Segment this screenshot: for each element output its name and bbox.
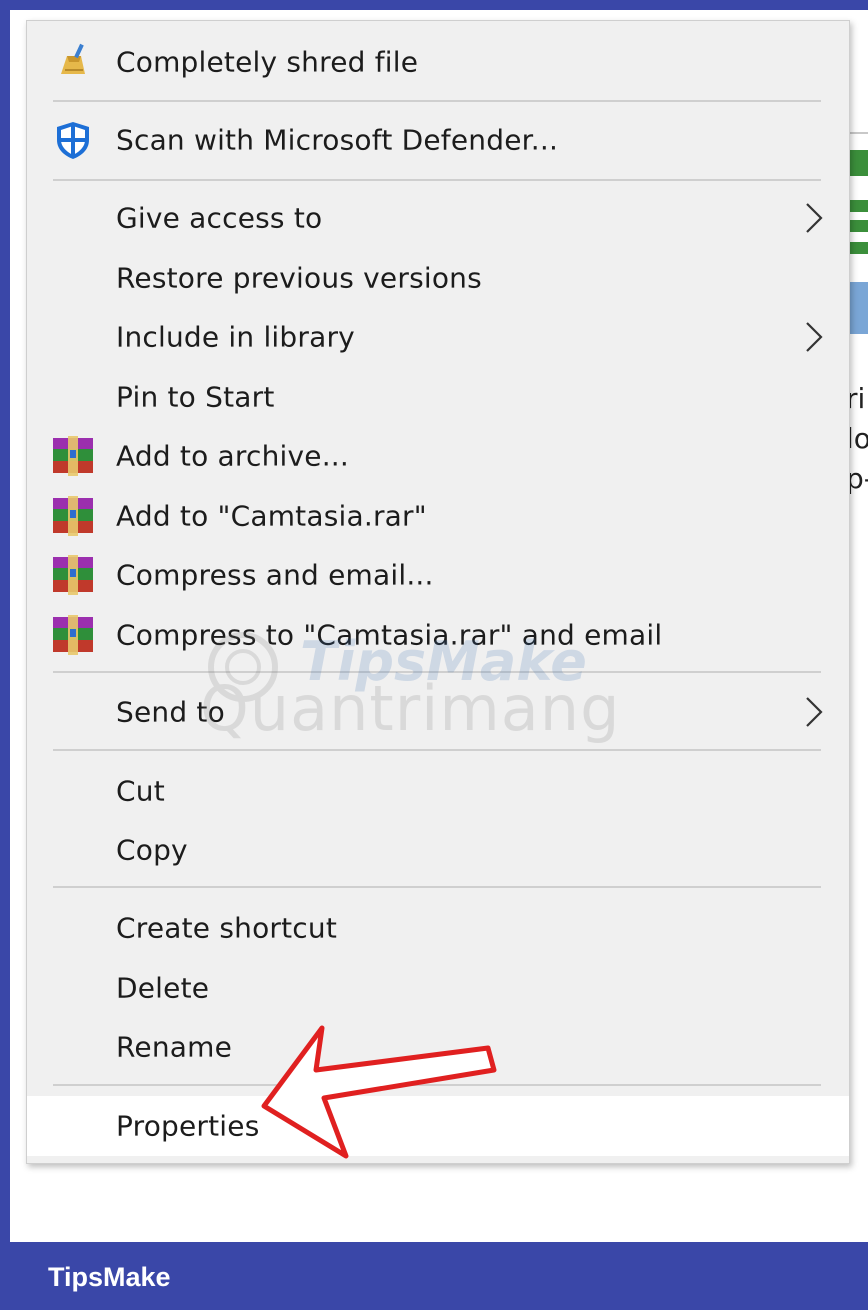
menu-item-label: Restore previous versions: [116, 261, 482, 295]
background-divider: [848, 132, 868, 134]
menu-item-label: Send to: [116, 695, 225, 729]
menu-item-properties[interactable]: Properties: [27, 1096, 849, 1156]
menu-item-label: Delete: [116, 971, 210, 1005]
menu-item-label: Include in library: [116, 320, 355, 354]
menu-item-restore-previous-versions[interactable]: Restore previous versions: [27, 249, 849, 307]
menu-item-include-in-library[interactable]: Include in library: [27, 308, 849, 366]
menu-item-copy[interactable]: Copy: [27, 821, 849, 879]
menu-separator: [53, 1084, 821, 1086]
winrar-icon: [53, 615, 93, 655]
menu-item-add-to-archive[interactable]: Add to archive...: [27, 427, 849, 485]
menu-item-label: Add to archive...: [116, 439, 349, 473]
menu-item-rename[interactable]: Rename: [27, 1018, 849, 1076]
chevron-right-icon: [806, 322, 823, 352]
menu-item-label: Rename: [116, 1030, 233, 1064]
menu-separator: [53, 100, 821, 102]
menu-separator: [53, 749, 821, 751]
menu-item-give-access-to[interactable]: Give access to: [27, 189, 849, 247]
background-green-block: [850, 242, 868, 254]
menu-item-label: Scan with Microsoft Defender...: [116, 123, 559, 157]
background-green-block: [850, 200, 868, 212]
menu-separator: [53, 179, 821, 181]
chevron-right-icon: [806, 697, 823, 727]
winrar-icon: [53, 436, 93, 476]
menu-separator: [53, 671, 821, 673]
menu-item-label: Properties: [116, 1109, 260, 1143]
menu-item-label: Cut: [116, 774, 165, 808]
menu-item-completely-shred-file[interactable]: Completely shred file: [27, 33, 849, 91]
menu-item-create-shortcut[interactable]: Create shortcut: [27, 899, 849, 957]
context-menu: Completely shred file Scan with Microsof…: [26, 20, 850, 1164]
menu-item-delete[interactable]: Delete: [27, 959, 849, 1017]
menu-item-label: Compress and email...: [116, 558, 434, 592]
shred-broom-icon: [61, 43, 85, 74]
menu-item-compress-to-camtasia-rar-and-email[interactable]: Compress to "Camtasia.rar" and email: [27, 606, 849, 664]
menu-item-compress-and-email[interactable]: Compress and email...: [27, 546, 849, 604]
menu-item-label: Copy: [116, 833, 188, 867]
winrar-icon: [53, 555, 93, 595]
background-green-block: [850, 220, 868, 232]
background-blue-block: [850, 282, 868, 334]
menu-item-pin-to-start[interactable]: Pin to Start: [27, 368, 849, 426]
defender-shield-icon: [57, 122, 89, 159]
menu-item-scan-with-defender[interactable]: Scan with Microsoft Defender...: [27, 111, 849, 169]
menu-item-label: Compress to "Camtasia.rar" and email: [116, 618, 663, 652]
menu-item-send-to[interactable]: Send to: [27, 683, 849, 741]
background-green-block: [850, 150, 868, 176]
menu-item-label: Pin to Start: [116, 380, 275, 414]
menu-separator: [53, 886, 821, 888]
chevron-right-icon: [806, 203, 823, 233]
menu-item-label: Add to "Camtasia.rar": [116, 499, 427, 533]
menu-item-label: Create shortcut: [116, 911, 338, 945]
menu-item-add-to-camtasia-rar[interactable]: Add to "Camtasia.rar": [27, 487, 849, 545]
brand-logo-text: TipsMake: [48, 1262, 171, 1292]
winrar-icon: [53, 496, 93, 536]
menu-item-label: Give access to: [116, 201, 323, 235]
menu-item-label: Completely shred file: [116, 45, 419, 79]
menu-item-cut[interactable]: Cut: [27, 762, 849, 820]
